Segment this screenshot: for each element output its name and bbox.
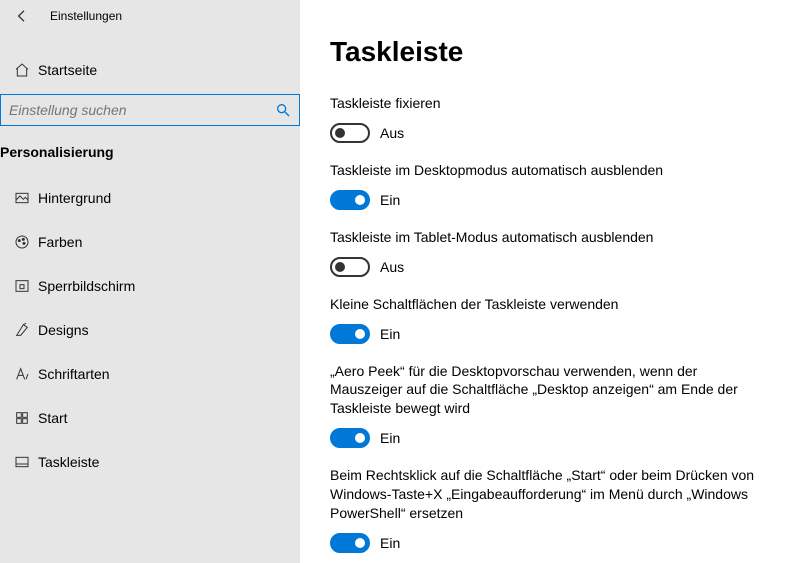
- fonts-icon: [14, 366, 38, 382]
- sidebar-item-label: Hintergrund: [38, 190, 286, 206]
- setting-description: Taskleiste im Tablet-Modus automatisch a…: [330, 228, 760, 247]
- sidebar-item-taskleiste[interactable]: Taskleiste: [0, 440, 300, 484]
- toggle-row: Ein: [330, 190, 760, 210]
- setting-description: Kleine Schaltflächen der Taskleiste verw…: [330, 295, 760, 314]
- start-icon: [14, 410, 38, 426]
- sidebar-item-label: Taskleiste: [38, 454, 286, 470]
- picture-icon: [14, 190, 38, 206]
- sidebar-item-label: Farben: [38, 234, 286, 250]
- sidebar-item-label: Designs: [38, 322, 286, 338]
- toggle-row: Aus: [330, 123, 760, 143]
- sidebar-section-title: Personalisierung: [0, 130, 300, 160]
- settings-list: Taskleiste fixieren Aus Taskleiste im Desk…: [330, 94, 781, 553]
- lockscreen-icon: [14, 278, 38, 294]
- sidebar-item-sperrbildschirm[interactable]: Sperrbildschirm: [0, 264, 300, 308]
- sidebar-home[interactable]: Startseite: [0, 50, 300, 90]
- toggle-row: Ein: [330, 428, 760, 448]
- sidebar-item-schriftarten[interactable]: Schriftarten: [0, 352, 300, 396]
- setting-item: Taskleiste im Tablet-Modus automatisch a…: [330, 228, 760, 277]
- sidebar-item-designs[interactable]: Designs: [0, 308, 300, 352]
- taskbar-icon: [14, 454, 38, 470]
- toggle-state-label: Ein: [380, 430, 400, 446]
- sidebar: Einstellungen Startseite Personalisierun…: [0, 0, 300, 563]
- toggle-knob: [335, 128, 345, 138]
- toggle-state-label: Ein: [380, 535, 400, 551]
- home-icon: [14, 62, 38, 78]
- toggle-switch[interactable]: [330, 190, 370, 210]
- sidebar-nav: Hintergrund Farben Sperrbildschirm Desig…: [0, 176, 300, 484]
- setting-item: Kleine Schaltflächen der Taskleiste verw…: [330, 295, 760, 344]
- sidebar-home-label: Startseite: [38, 62, 286, 78]
- themes-icon: [14, 322, 38, 338]
- toggle-switch[interactable]: [330, 428, 370, 448]
- toggle-switch[interactable]: [330, 257, 370, 277]
- search-input[interactable]: [9, 102, 275, 118]
- sidebar-item-start[interactable]: Start: [0, 396, 300, 440]
- setting-description: Taskleiste im Desktopmodus automatisch a…: [330, 161, 760, 180]
- toggle-knob: [355, 195, 365, 205]
- setting-item: Taskleiste im Desktopmodus automatisch a…: [330, 161, 760, 210]
- toggle-knob: [355, 329, 365, 339]
- sidebar-header: Einstellungen: [0, 0, 300, 32]
- window-title: Einstellungen: [50, 9, 122, 23]
- toggle-state-label: Aus: [380, 259, 404, 275]
- sidebar-item-hintergrund[interactable]: Hintergrund: [0, 176, 300, 220]
- toggle-row: Aus: [330, 257, 760, 277]
- toggle-row: Ein: [330, 324, 760, 344]
- setting-item: Beim Rechtsklick auf die Schaltfläche „S…: [330, 466, 760, 553]
- search-input-container[interactable]: [0, 94, 300, 126]
- sidebar-item-label: Sperrbildschirm: [38, 278, 286, 294]
- page-title: Taskleiste: [330, 36, 781, 68]
- toggle-knob: [355, 538, 365, 548]
- toggle-row: Ein: [330, 533, 760, 553]
- toggle-switch[interactable]: [330, 533, 370, 553]
- sidebar-item-label: Schriftarten: [38, 366, 286, 382]
- toggle-knob: [335, 262, 345, 272]
- setting-description: Beim Rechtsklick auf die Schaltfläche „S…: [330, 466, 760, 523]
- toggle-switch[interactable]: [330, 123, 370, 143]
- toggle-switch[interactable]: [330, 324, 370, 344]
- content-area: Taskleiste Taskleiste fixierenAusTasklei…: [300, 0, 811, 563]
- toggle-knob: [355, 433, 365, 443]
- toggle-state-label: Aus: [380, 125, 404, 141]
- setting-description: Taskleiste fixieren: [330, 94, 760, 113]
- setting-item: „Aero Peek“ für die Desktopvorschau verw…: [330, 362, 760, 449]
- search-icon: [275, 102, 291, 118]
- search-wrap: [0, 90, 300, 130]
- sidebar-item-label: Start: [38, 410, 286, 426]
- back-icon[interactable]: [14, 8, 30, 24]
- setting-item: Taskleiste fixieren Aus: [330, 94, 760, 143]
- sidebar-item-farben[interactable]: Farben: [0, 220, 300, 264]
- toggle-state-label: Ein: [380, 326, 400, 342]
- setting-description: „Aero Peek“ für die Desktopvorschau verw…: [330, 362, 760, 419]
- toggle-state-label: Ein: [380, 192, 400, 208]
- palette-icon: [14, 234, 38, 250]
